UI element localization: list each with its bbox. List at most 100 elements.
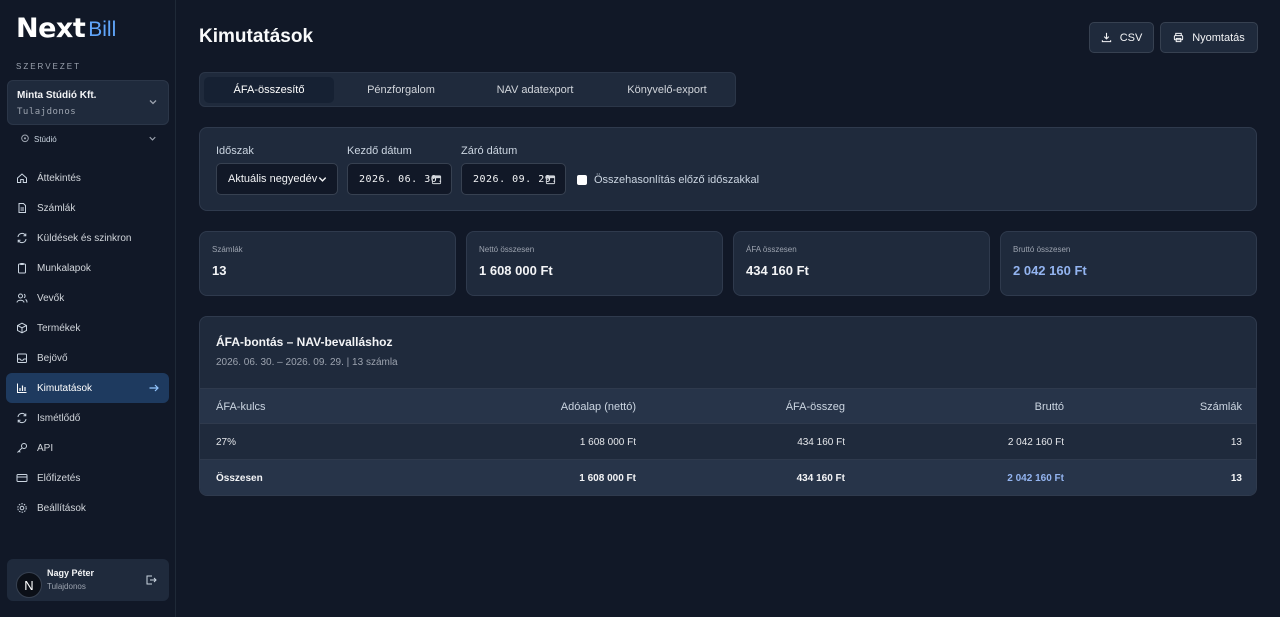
sidebar-item-label: Áttekintés — [37, 172, 81, 184]
box-icon — [17, 322, 27, 334]
sidebar-item-beallitasok[interactable]: Beállítások — [6, 493, 169, 523]
key-icon — [17, 443, 27, 453]
user-menu[interactable]: N Nagy Péter Tulajdonos — [7, 559, 169, 601]
stat-value: 13 — [212, 263, 227, 278]
clipboard-icon — [18, 263, 26, 274]
compare-checkbox[interactable] — [577, 175, 587, 185]
sidebar: Next Bill SZERVEZET Minta Stúdió Kft. Tu… — [0, 0, 176, 617]
period-select[interactable]: Aktuális negyedév — [216, 163, 338, 195]
column-header[interactable]: ÁFA-összeg — [645, 389, 845, 425]
stat-label: Nettó összesen — [479, 245, 535, 254]
stat-label: Bruttó összesen — [1013, 245, 1071, 254]
compare-label: Összehasonlítás előző időszakkal — [594, 174, 760, 186]
sidebar-item-termekek[interactable]: Termékek — [6, 313, 169, 343]
home-icon — [17, 173, 27, 183]
table-row: 27% 1 608 000 Ft 434 160 Ft 2 042 160 Ft… — [200, 424, 1256, 460]
logout-icon[interactable] — [145, 574, 157, 586]
table-cell: 434 160 Ft — [797, 436, 845, 448]
filters-panel: Időszak Aktuális negyedév Kezdő dátum 20… — [199, 127, 1257, 211]
tab-afa-osszesito[interactable]: ÁFA-összesítő — [204, 77, 334, 103]
end-date-input[interactable]: 2026. 09. 29. — [461, 163, 566, 195]
avatar: N — [16, 572, 42, 598]
sidebar-item-elofizetes[interactable]: Előfizetés — [6, 463, 169, 493]
sidebar-item-api[interactable]: API — [6, 433, 169, 463]
column-header[interactable]: ÁFA-kulcs — [216, 389, 416, 425]
vat-subtitle: 2026. 06. 30. – 2026. 09. 29. | 13 száml… — [216, 357, 398, 368]
vat-breakdown-panel: ÁFA-bontás – NAV-bevalláshoz 2026. 06. 3… — [199, 316, 1257, 496]
sidebar-item-munkalapok[interactable]: Munkalapok — [6, 253, 169, 283]
sidebar-item-label: Termékek — [37, 322, 81, 334]
logo[interactable]: Next Bill — [16, 14, 116, 44]
csv-export-button[interactable]: CSV — [1089, 22, 1154, 53]
stat-card-vat: ÁFA összesen 434 160 Ft — [733, 231, 990, 296]
document-icon — [18, 203, 26, 213]
gear-icon — [17, 503, 27, 513]
repeat-icon — [17, 412, 27, 424]
table-cell: 13 — [1230, 436, 1242, 448]
org-switcher[interactable]: Minta Stúdió Kft. Tulajdonos — [7, 80, 169, 125]
stat-card-net: Nettó összesen 1 608 000 Ft — [466, 231, 723, 296]
sidebar-item-label: Bejövő — [37, 352, 68, 364]
users-icon — [16, 293, 28, 303]
sidebar-item-label: Kimutatások — [37, 382, 93, 394]
chevron-down-icon — [149, 136, 156, 141]
column-header[interactable]: Bruttó — [864, 389, 1064, 425]
studio-selector[interactable]: Stúdió — [20, 132, 158, 146]
table-cell: 13 — [1230, 472, 1242, 484]
calendar-icon[interactable] — [545, 174, 556, 185]
table-cell: 1 608 000 Ft — [579, 436, 636, 448]
download-icon — [1101, 32, 1111, 43]
table-total-row: Összesen 1 608 000 Ft 434 160 Ft 2 042 1… — [200, 460, 1256, 495]
table-cell: 1 608 000 Ft — [579, 472, 636, 484]
tab-konyvelo-export[interactable]: Könyvelő-export — [602, 77, 732, 103]
end-date-label: Záró dátum — [461, 145, 518, 157]
end-date-value: 2026. 09. 29. — [473, 173, 558, 185]
sidebar-nav: Áttekintés Számlák Küldések és szinkron … — [6, 163, 169, 523]
sidebar-item-label: Küldések és szinkron — [37, 232, 132, 244]
chevron-down-icon — [318, 177, 327, 182]
sidebar-item-bejovo[interactable]: Bejövő — [6, 343, 169, 373]
stat-card-gross: Bruttó összesen 2 042 160 Ft — [1000, 231, 1257, 296]
sidebar-item-vevok[interactable]: Vevők — [6, 283, 169, 313]
stat-card-invoices: Számlák 13 — [199, 231, 456, 296]
table-cell: 2 042 160 Ft — [1007, 436, 1064, 448]
table-cell: 2 042 160 Ft — [1007, 472, 1064, 484]
studio-label: Stúdió — [34, 134, 57, 144]
sidebar-item-ismetlodo[interactable]: Ismétlődő — [6, 403, 169, 433]
tab-nav-adatexport[interactable]: NAV adatexport — [470, 77, 600, 103]
sidebar-item-label: Beállítások — [37, 502, 86, 514]
csv-label: CSV — [1119, 31, 1143, 44]
period-value: Aktuális negyedév — [228, 173, 318, 185]
chart-icon — [17, 383, 27, 393]
sidebar-item-attekintes[interactable]: Áttekintés — [6, 163, 169, 193]
inbox-icon — [17, 353, 27, 363]
user-name: Nagy Péter — [47, 568, 95, 578]
print-label: Nyomtatás — [1192, 31, 1245, 44]
sidebar-item-label: API — [37, 442, 54, 454]
org-section-label: SZERVEZET — [16, 62, 81, 71]
calendar-icon[interactable] — [431, 174, 442, 185]
start-date-value: 2026. 06. 30. — [359, 173, 444, 185]
sidebar-item-kuldesek[interactable]: Küldések és szinkron — [6, 223, 169, 253]
sidebar-item-label: Munkalapok — [37, 262, 91, 274]
sync-icon — [17, 232, 27, 244]
stat-value: 434 160 Ft — [746, 263, 809, 278]
print-button[interactable]: Nyomtatás — [1160, 22, 1258, 53]
arrow-right-icon — [149, 384, 159, 392]
location-pin-icon — [21, 134, 29, 143]
stat-value: 1 608 000 Ft — [479, 263, 553, 278]
sidebar-item-label: Ismétlődő — [37, 412, 81, 424]
compare-toggle[interactable]: Összehasonlítás előző időszakkal — [577, 174, 759, 186]
table-cell: 27% — [216, 436, 237, 448]
sidebar-item-szamlak[interactable]: Számlák — [6, 193, 169, 223]
user-role: Tulajdonos — [47, 582, 86, 591]
stat-label: ÁFA összesen — [746, 245, 797, 254]
column-header[interactable]: Adóalap (nettó) — [436, 389, 636, 425]
tab-penzforgalom[interactable]: Pénzforgalom — [336, 77, 466, 103]
column-header[interactable]: Számlák — [1042, 389, 1242, 425]
chevron-down-icon — [149, 100, 157, 105]
start-date-input[interactable]: 2026. 06. 30. — [347, 163, 452, 195]
page-title: Kimutatások — [199, 26, 314, 47]
org-name: Minta Stúdió Kft. — [17, 90, 97, 101]
sidebar-item-kimutatasok[interactable]: Kimutatások — [6, 373, 169, 403]
